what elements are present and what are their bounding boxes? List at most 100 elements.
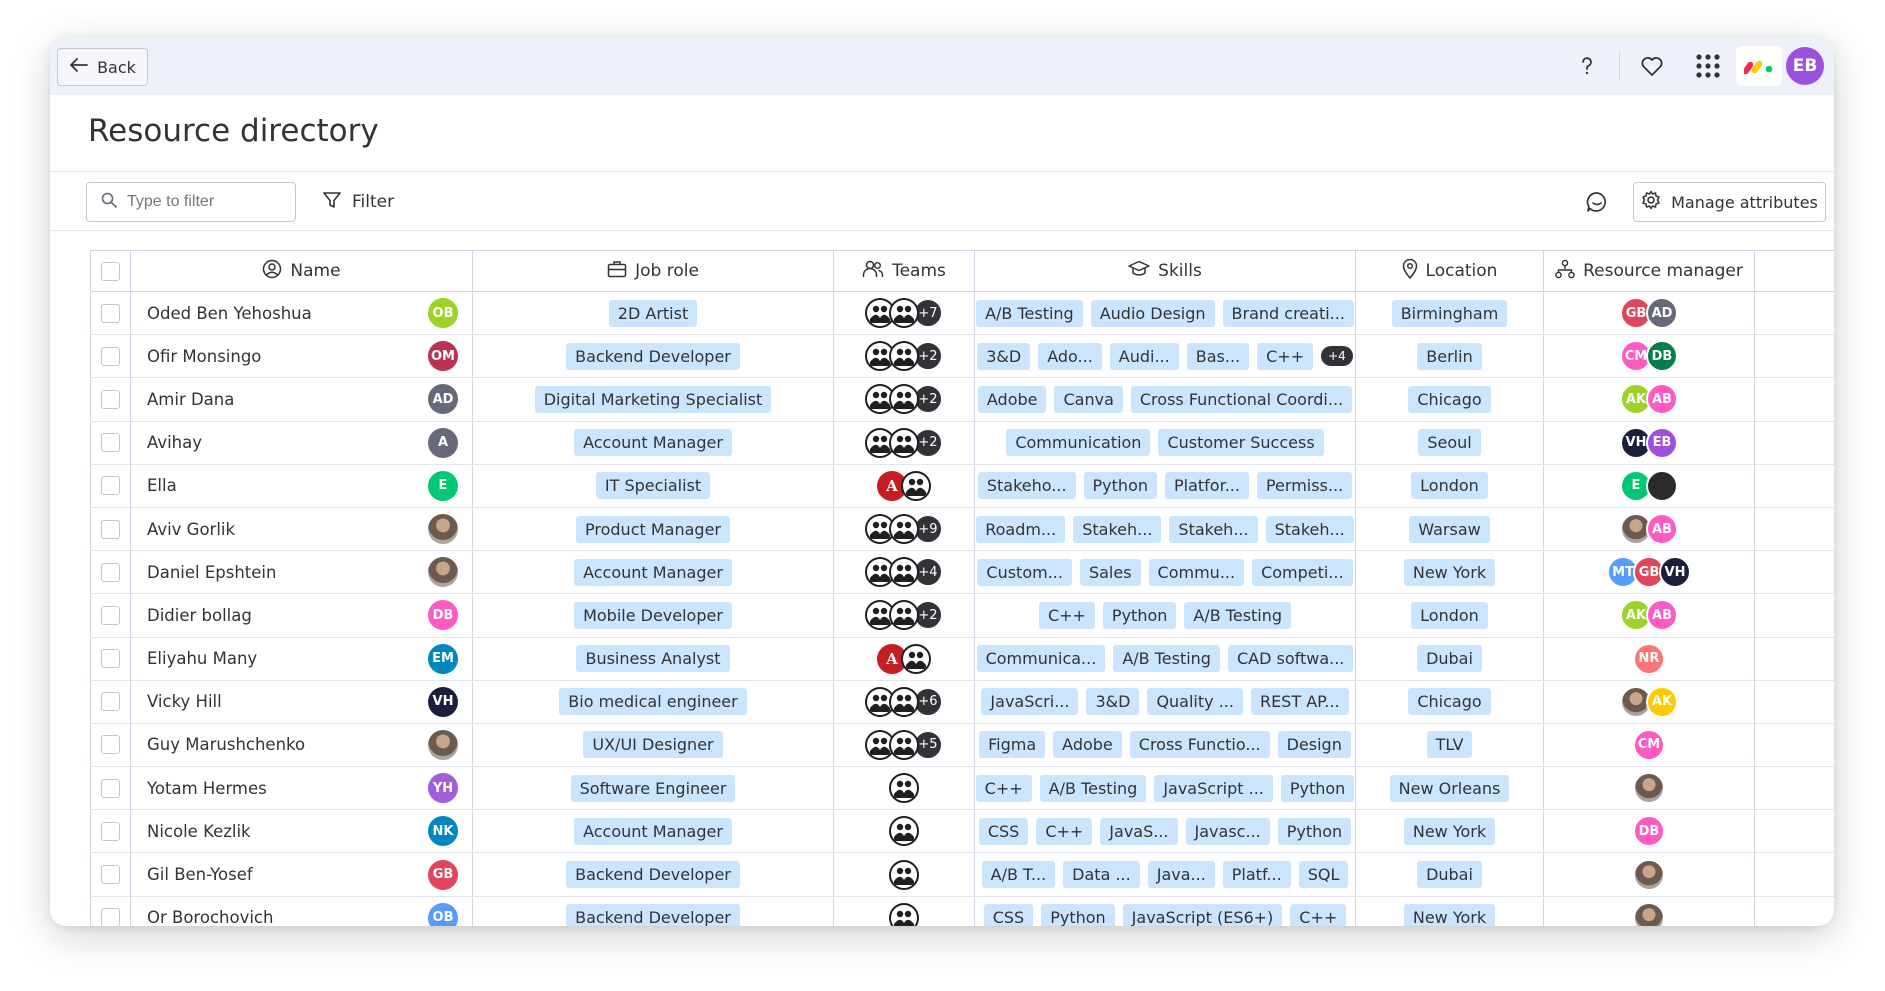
manager-avatar[interactable]: AB: [1646, 513, 1678, 546]
skill-chip[interactable]: C++: [975, 774, 1032, 802]
manager-avatars[interactable]: AB: [1620, 513, 1678, 546]
location-cell[interactable]: Warsaw: [1355, 507, 1543, 551]
teams-cell[interactable]: +6: [833, 680, 974, 723]
skill-chip[interactable]: Brand creati...: [1222, 299, 1354, 327]
resource-manager-cell[interactable]: GB AD: [1543, 292, 1754, 335]
skill-chip[interactable]: A/B T...: [981, 861, 1056, 889]
team-avatars[interactable]: +7: [865, 298, 943, 329]
skill-chip[interactable]: Competi...: [1252, 558, 1353, 586]
team-avatar[interactable]: [889, 773, 919, 804]
skill-chip[interactable]: C++: [1290, 904, 1347, 926]
teams-cell[interactable]: A: [833, 464, 974, 507]
teams-cell[interactable]: +2: [833, 378, 974, 421]
location-cell[interactable]: Chicago: [1355, 378, 1543, 421]
row-checkbox[interactable]: [101, 821, 120, 841]
team-avatars[interactable]: +2: [865, 341, 943, 372]
location-cell[interactable]: London: [1355, 464, 1543, 507]
table-row[interactable]: Ella E IT Specialist A Stakeho... Python Platf…: [90, 464, 1834, 508]
row-checkbox[interactable]: [101, 562, 120, 582]
manager-avatar[interactable]: [1646, 469, 1678, 502]
row-checkbox[interactable]: [101, 433, 120, 453]
row-checkbox[interactable]: [101, 908, 120, 926]
skill-chip[interactable]: 3&D: [977, 342, 1031, 370]
manager-avatar[interactable]: DB: [1646, 340, 1678, 373]
skills-cell[interactable]: CSS Python JavaScript (ES6+) C++: [974, 896, 1355, 926]
skills-cell[interactable]: C++ Python A/B Testing: [974, 594, 1355, 637]
avatar[interactable]: VH: [428, 686, 458, 717]
skill-chip[interactable]: A/B Testing: [1184, 601, 1292, 629]
skill-chip[interactable]: A/B Testing: [976, 299, 1083, 327]
teams-cell[interactable]: +9: [833, 507, 974, 551]
manager-avatar[interactable]: AD: [1646, 297, 1678, 330]
name-cell[interactable]: Didier bollag DB: [130, 594, 472, 637]
skill-chip[interactable]: Audio Design: [1090, 299, 1215, 327]
team-avatar[interactable]: [889, 514, 919, 545]
avatar[interactable]: E: [428, 470, 458, 501]
manager-avatar[interactable]: CM: [1633, 728, 1665, 761]
skill-chip[interactable]: JavaScript ...: [1154, 774, 1273, 802]
row-checkbox[interactable]: [101, 692, 120, 712]
team-avatar[interactable]: [889, 859, 919, 890]
skills-cell[interactable]: Stakeho... Python Platfor... Permiss...: [974, 464, 1355, 507]
job-role-cell[interactable]: IT Specialist: [472, 464, 833, 507]
resource-manager-cell[interactable]: VH EB: [1543, 421, 1754, 464]
skill-chip[interactable]: Stakeh...: [1073, 515, 1162, 543]
manager-avatar[interactable]: [1633, 901, 1665, 926]
avatar[interactable]: DB: [428, 600, 458, 631]
teams-cell[interactable]: +2: [833, 335, 974, 378]
row-checkbox[interactable]: [101, 389, 120, 409]
manager-avatar[interactable]: NR: [1633, 642, 1665, 675]
manager-avatar[interactable]: AB: [1646, 599, 1678, 632]
teams-cell[interactable]: [833, 767, 974, 810]
column-header-skills[interactable]: Skills: [974, 251, 1355, 291]
team-avatar[interactable]: [889, 341, 919, 372]
row-checkbox[interactable]: [101, 865, 120, 885]
table-row[interactable]: Avihay A Account Manager +2 Communication Cus…: [90, 421, 1834, 465]
name-cell[interactable]: Vicky Hill VH: [130, 680, 472, 723]
name-cell[interactable]: Ofir Monsingo OM: [130, 335, 472, 378]
teams-cell[interactable]: +2: [833, 421, 974, 464]
skill-chip[interactable]: Python: [1277, 817, 1352, 845]
apps-grid-icon[interactable]: [1680, 37, 1736, 95]
select-all-checkbox[interactable]: [101, 261, 120, 281]
name-cell[interactable]: Gil Ben-Yosef GB: [130, 853, 472, 896]
column-header-location[interactable]: Location: [1355, 251, 1543, 291]
skills-cell[interactable]: JavaScri... 3&D Quality ... REST AP...: [974, 680, 1355, 723]
location-cell[interactable]: Berlin: [1355, 335, 1543, 378]
team-avatars[interactable]: [889, 902, 919, 926]
skill-chip[interactable]: Cross Functional Coordi...: [1130, 385, 1353, 413]
job-role-cell[interactable]: Backend Developer: [472, 896, 833, 926]
manager-avatar[interactable]: DB: [1633, 815, 1665, 848]
team-avatars[interactable]: [889, 859, 919, 890]
skill-chip[interactable]: Adobe: [977, 385, 1047, 413]
skill-chip[interactable]: Figma: [979, 731, 1046, 759]
team-avatar[interactable]: [889, 686, 919, 717]
team-avatar[interactable]: [889, 384, 919, 415]
location-cell[interactable]: New York: [1355, 810, 1543, 853]
skill-chip[interactable]: JavaScript (ES6+): [1122, 904, 1283, 926]
skills-cell[interactable]: Roadm... Stakeh... Stakeh... Stakeh...: [974, 507, 1355, 551]
location-cell[interactable]: New York: [1355, 896, 1543, 926]
job-role-cell[interactable]: Digital Marketing Specialist: [472, 378, 833, 421]
manager-avatars[interactable]: AK AB: [1620, 383, 1678, 416]
avatar[interactable]: [428, 514, 458, 545]
skills-cell[interactable]: A/B T... Data ... Java... Platf... SQL: [974, 853, 1355, 896]
skill-chip[interactable]: Canva: [1054, 385, 1123, 413]
row-checkbox[interactable]: [101, 778, 120, 798]
manager-avatars[interactable]: NR: [1633, 642, 1665, 675]
team-avatar[interactable]: [889, 902, 919, 926]
resource-manager-cell[interactable]: NR: [1543, 637, 1754, 680]
skill-chip[interactable]: Commu...: [1148, 558, 1245, 586]
resource-manager-cell[interactable]: [1543, 896, 1754, 926]
manager-avatar[interactable]: [1633, 858, 1665, 891]
job-role-cell[interactable]: Bio medical engineer: [472, 680, 833, 723]
table-row[interactable]: Guy Marushchenko UX/UI Designer +5 Figma Ado…: [90, 723, 1834, 768]
skill-chip[interactable]: Adobe: [1053, 731, 1122, 759]
avatar[interactable]: [428, 557, 458, 588]
job-role-cell[interactable]: Account Manager: [472, 551, 833, 594]
manager-avatars[interactable]: [1633, 772, 1665, 805]
skill-chip[interactable]: CSS: [978, 817, 1029, 845]
teams-cell[interactable]: [833, 896, 974, 926]
skill-chip[interactable]: Customer Success: [1158, 429, 1324, 457]
manager-avatars[interactable]: GB AD: [1620, 297, 1678, 330]
